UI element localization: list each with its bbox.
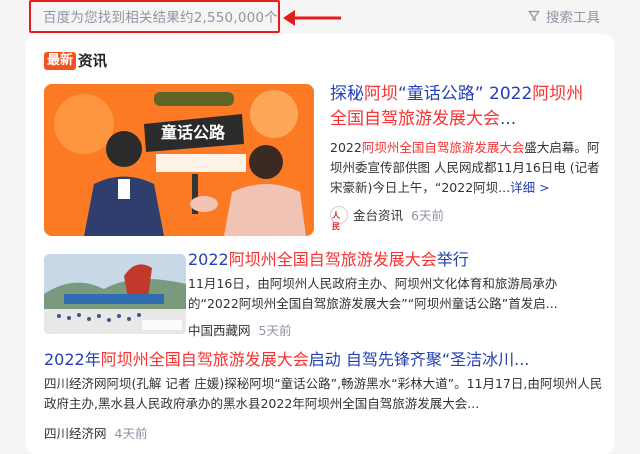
- article-3-source-row: 四川经济网 4天前: [44, 423, 147, 442]
- article-2-thumbnail[interactable]: [44, 254, 186, 334]
- article-1-image: 童话公路: [44, 84, 314, 236]
- article-1-summary: 2022阿坝州全国自驾旅游发展大会盛大启幕。阿坝州委宣传部供图 人民网成都11月…: [330, 140, 600, 195]
- top-bar: 百度为您找到相关结果约2,550,000个 搜索工具: [0, 0, 640, 34]
- article-1-title[interactable]: 探秘阿坝“童话公路” 2022阿坝州 全国自驾旅游发展大会...: [330, 82, 614, 132]
- details-link[interactable]: 详细 >: [510, 180, 549, 195]
- article-1-time: 6天前: [411, 208, 444, 223]
- article-3-title[interactable]: 2022年阿坝州全国自驾旅游发展大会启动 自驾先锋齐聚“圣洁冰川...: [44, 348, 604, 372]
- annotation-arrow-icon: [283, 10, 341, 26]
- news-card: 最新 资讯 童话公路 探秘阿坝“童话公路” 2022阿坝州 全国自驾旅游发展大会.…: [26, 34, 614, 454]
- filter-icon: [528, 10, 540, 22]
- search-tools-label: 搜索工具: [546, 10, 600, 26]
- article-1-source-row: 人民 金台资讯 6天前: [330, 205, 444, 231]
- article-1-thumbnail[interactable]: 童话公路: [44, 84, 314, 236]
- article-2-title[interactable]: 2022阿坝州全国自驾旅游发展大会举行: [188, 248, 608, 272]
- news-header: 最新 资讯: [44, 50, 107, 71]
- article-3-summary: 四川经济网阿坝(孔解 记者 庄媛)探秘阿坝“童话公路”,畅游黑水“彩林大道”。1…: [44, 376, 603, 411]
- article-2-time: 5天前: [258, 323, 292, 338]
- latest-badge: 最新: [44, 51, 77, 70]
- search-tools-button[interactable]: 搜索工具: [528, 6, 600, 26]
- source-logo-icon: 人民: [330, 205, 348, 231]
- article-2-source[interactable]: 中国西藏网: [188, 320, 251, 339]
- article-1-image-sign: 童话公路: [161, 123, 226, 142]
- article-2-source-row: 中国西藏网 5天前: [188, 320, 291, 339]
- news-section-label[interactable]: 资讯: [78, 50, 107, 71]
- article-1-source[interactable]: 金台资讯: [353, 205, 403, 224]
- article-2-image: [44, 254, 186, 334]
- article-3-source[interactable]: 四川经济网: [44, 423, 107, 442]
- annotation-highlight-box: [29, 0, 280, 33]
- article-3-time: 4天前: [114, 426, 148, 441]
- article-2-summary: 11月16日，由阿坝州人民政府主办、阿坝州文化体育和旅游局承办的“2022阿坝州…: [188, 276, 558, 311]
